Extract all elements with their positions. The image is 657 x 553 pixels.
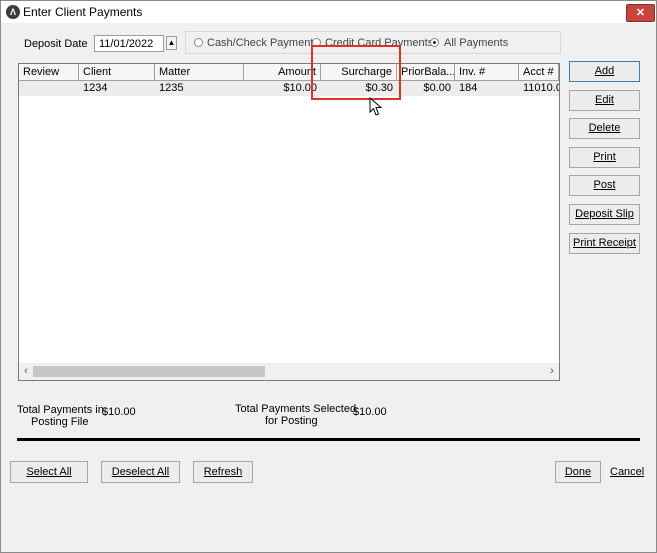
cell-client[interactable]: 1234 bbox=[79, 81, 155, 96]
deselect-all-label: Deselect All bbox=[111, 466, 170, 478]
add-button[interactable]: Add bbox=[569, 61, 640, 82]
total-posting-value: $10.00 bbox=[102, 406, 136, 418]
edit-button-label: Edit bbox=[595, 94, 614, 106]
app-logo-icon: Λ bbox=[6, 5, 20, 19]
cancel-label: Cancel bbox=[610, 466, 645, 478]
cash-check-radio-label[interactable]: Cash/Check Payments bbox=[207, 37, 319, 49]
totals-divider bbox=[17, 438, 640, 441]
column-header-review[interactable]: Review bbox=[19, 64, 79, 81]
print-button[interactable]: Print bbox=[569, 147, 640, 168]
done-label: Done bbox=[564, 466, 592, 478]
scroll-right-icon[interactable]: › bbox=[545, 363, 559, 380]
print-receipt-button-label: Print Receipt bbox=[573, 237, 636, 249]
column-header-matter[interactable]: Matter bbox=[155, 64, 244, 81]
cell-invoice[interactable]: 184 bbox=[455, 81, 519, 96]
close-button[interactable]: ✕ bbox=[626, 4, 655, 22]
cell-matter[interactable]: 1235 bbox=[155, 81, 244, 96]
horizontal-scrollbar[interactable]: ‹ › bbox=[19, 363, 559, 380]
refresh-button[interactable]: Refresh bbox=[193, 461, 253, 483]
scroll-left-icon[interactable]: ‹ bbox=[19, 363, 33, 380]
surcharge-highlight-box bbox=[311, 45, 401, 100]
cell-account[interactable]: 11010.0 bbox=[519, 81, 559, 96]
table-row[interactable]: 1234 1235 $10.00 $0.30 $0.00 184 11010.0 bbox=[19, 81, 559, 96]
total-selected-label-line2: for Posting bbox=[265, 415, 318, 427]
title-bar: Λ Enter Client Payments ✕ bbox=[1, 1, 656, 23]
mouse-pointer-icon bbox=[369, 97, 383, 116]
column-header-account[interactable]: Acct # bbox=[519, 64, 559, 81]
total-posting-label-line2: Posting File bbox=[31, 416, 89, 428]
total-posting-label-line1: Total Payments in bbox=[17, 404, 104, 416]
cancel-button[interactable]: Cancel bbox=[610, 466, 644, 478]
cell-amount[interactable]: $10.00 bbox=[244, 81, 321, 96]
deposit-slip-button-label: Deposit Slip bbox=[575, 208, 634, 220]
print-button-label: Print bbox=[593, 151, 616, 163]
enter-client-payments-window: Λ Enter Client Payments ✕ Deposit Date 1… bbox=[0, 0, 657, 553]
payments-grid[interactable]: Review Client Matter Amount Surcharge Pr… bbox=[18, 63, 560, 381]
post-button-label: Post bbox=[593, 179, 616, 191]
column-header-invoice[interactable]: Inv. # bbox=[455, 64, 519, 81]
column-header-client[interactable]: Client bbox=[79, 64, 155, 81]
print-receipt-button[interactable]: Print Receipt bbox=[569, 233, 640, 254]
total-selected-label-line1: Total Payments Selected bbox=[235, 403, 357, 415]
deselect-all-button[interactable]: Deselect All bbox=[101, 461, 180, 483]
deposit-slip-button[interactable]: Deposit Slip bbox=[569, 204, 640, 225]
delete-button[interactable]: Delete bbox=[569, 118, 640, 139]
date-picker-button[interactable]: ▲ bbox=[166, 36, 177, 50]
select-all-button[interactable]: Select All bbox=[10, 461, 88, 483]
cash-check-radio[interactable] bbox=[194, 38, 203, 47]
delete-button-label: Delete bbox=[588, 122, 621, 134]
post-button[interactable]: Post bbox=[569, 175, 640, 196]
add-button-label: Add bbox=[594, 65, 615, 77]
column-header-amount[interactable]: Amount bbox=[244, 64, 321, 81]
cell-prior-balance[interactable]: $0.00 bbox=[397, 81, 455, 96]
all-payments-radio-label[interactable]: All Payments bbox=[444, 37, 508, 49]
deposit-date-field[interactable]: 11/01/2022 bbox=[94, 35, 164, 52]
all-payments-radio[interactable] bbox=[430, 38, 439, 47]
deposit-date-label: Deposit Date bbox=[24, 38, 88, 50]
refresh-label: Refresh bbox=[203, 466, 243, 478]
total-selected-value: $10.00 bbox=[353, 406, 387, 418]
cell-review[interactable] bbox=[19, 81, 79, 96]
scroll-thumb[interactable] bbox=[33, 366, 265, 377]
column-header-prior-balance[interactable]: PriorBala... bbox=[397, 64, 455, 81]
window-title: Enter Client Payments bbox=[23, 5, 143, 19]
done-button[interactable]: Done bbox=[555, 461, 601, 483]
edit-button[interactable]: Edit bbox=[569, 90, 640, 111]
select-all-label: Select All bbox=[26, 466, 72, 478]
